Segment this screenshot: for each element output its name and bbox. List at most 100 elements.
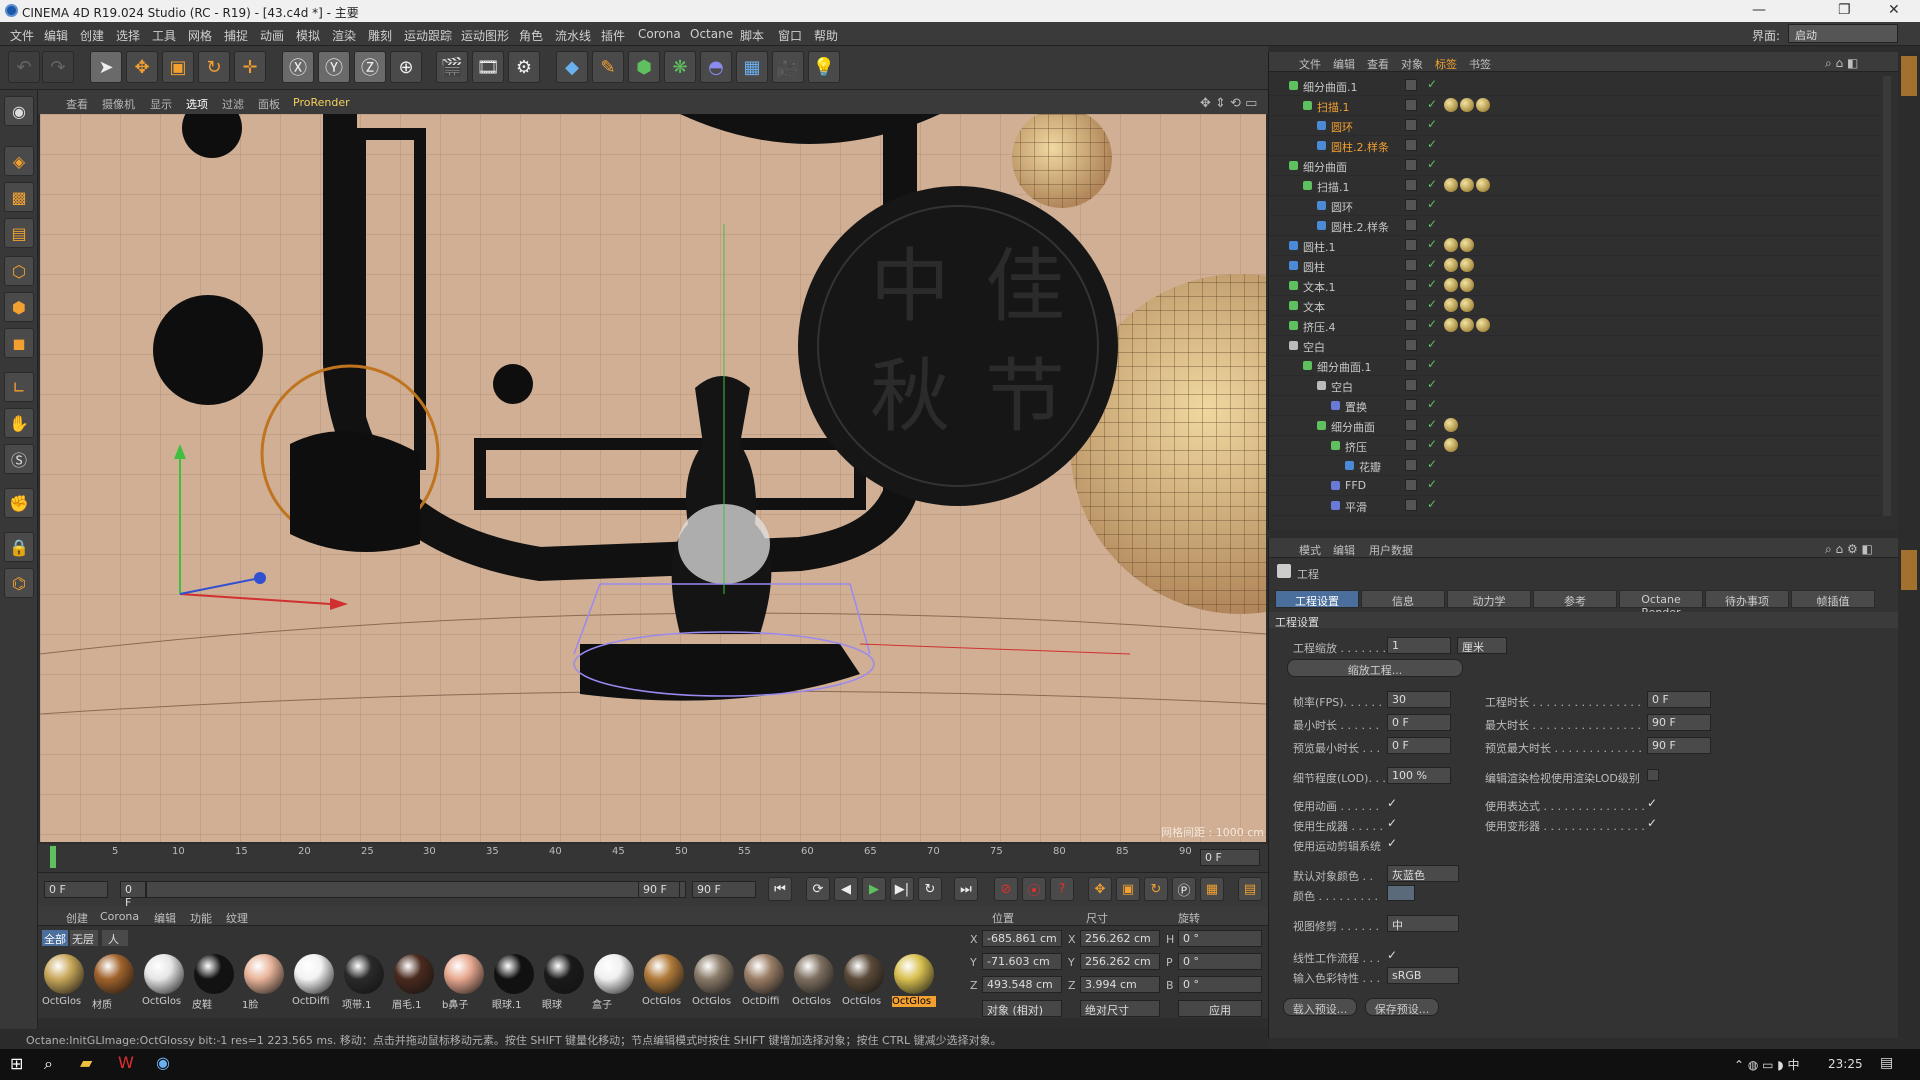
enabled-check-icon[interactable]: ✓	[1427, 157, 1437, 171]
vp-menu-camera[interactable]: 摄像机	[102, 96, 135, 112]
windows-start-icon[interactable]: ⊞	[10, 1054, 23, 1073]
object-row[interactable]: 细分曲面.1 ✓	[1269, 356, 1881, 376]
material-swatch[interactable]: 皮鞋	[192, 954, 236, 1012]
x-axis-icon[interactable]: Ⓧ	[282, 51, 314, 83]
menu-edit[interactable]: 编辑	[44, 27, 68, 44]
minimize-button[interactable]: —	[1752, 2, 1766, 18]
enabled-check-icon[interactable]: ✓	[1427, 257, 1437, 271]
menu-animate[interactable]: 动画	[260, 27, 284, 44]
file-explorer-icon[interactable]: ▰	[80, 1053, 92, 1072]
enabled-check-icon[interactable]: ✓	[1427, 437, 1437, 451]
loop-icon[interactable]: ⟳	[806, 877, 830, 901]
layout-select[interactable]: 启动	[1788, 24, 1898, 43]
key-pla-icon[interactable]: ▦	[1200, 877, 1224, 901]
attr-menu-mode[interactable]: 模式	[1299, 542, 1321, 558]
obj-menu-tags[interactable]: 标签	[1435, 56, 1457, 72]
object-row[interactable]: 扫描.1 ✓	[1269, 96, 1881, 116]
object-row[interactable]: 细分曲面 ✓	[1269, 416, 1881, 436]
menu-motion-tracking[interactable]: 运动跟踪	[404, 27, 452, 44]
render-view-icon[interactable]: 🎬	[436, 51, 468, 83]
axis-mode-icon[interactable]: ∟	[4, 372, 34, 402]
object-name[interactable]: 置换	[1345, 399, 1367, 415]
material-swatch[interactable]: b鼻子	[442, 954, 486, 1012]
enabled-check-icon[interactable]: ✓	[1427, 197, 1437, 211]
timeline-window-icon[interactable]: ▤	[1238, 877, 1262, 901]
enabled-check-icon[interactable]: ✓	[1427, 397, 1437, 411]
menu-mesh[interactable]: 网格	[188, 27, 212, 44]
view-clipping-select[interactable]: 中	[1387, 915, 1459, 932]
use-generators-checkbox[interactable]: ✓	[1387, 817, 1399, 829]
object-row[interactable]: 圆柱.2.样条 ✓	[1269, 216, 1881, 236]
object-row[interactable]: 空白 ✓	[1269, 376, 1881, 396]
menu-mograph[interactable]: 运动图形	[461, 27, 509, 44]
preview-max-field[interactable]: 90 F	[1647, 737, 1711, 754]
layer-icon[interactable]	[1405, 259, 1417, 271]
layer-icon[interactable]	[1405, 299, 1417, 311]
menu-sculpt[interactable]: 雕刻	[368, 27, 392, 44]
tab-project-settings[interactable]: 工程设置	[1275, 590, 1359, 608]
material-tag-icon[interactable]	[1444, 278, 1458, 292]
3d-viewport[interactable]: 中 秋 佳 节 网格间距 : 1000 cm	[40, 114, 1266, 842]
material-swatch[interactable]: OctGlos	[842, 954, 886, 1012]
mat-menu-function[interactable]: 功能	[190, 910, 212, 926]
material-swatch[interactable]: OctGlos	[42, 954, 86, 1012]
object-name[interactable]: 平滑	[1345, 499, 1367, 515]
enabled-check-icon[interactable]: ✓	[1427, 497, 1437, 511]
object-row[interactable]: 挤压.4 ✓	[1269, 316, 1881, 336]
menu-file[interactable]: 文件	[10, 27, 34, 44]
texture-mode-icon[interactable]: ▩	[4, 182, 34, 212]
move-icon[interactable]: ✥	[126, 51, 158, 83]
material-swatch[interactable]: 项带.1	[342, 954, 386, 1012]
material-swatch[interactable]: 眉毛.1	[392, 954, 436, 1012]
lod-field[interactable]: 100 %	[1387, 767, 1451, 784]
redo-icon[interactable]: ↷	[42, 51, 74, 83]
object-tab-icon[interactable]	[1901, 56, 1917, 96]
layer-icon[interactable]	[1405, 439, 1417, 451]
layer-icon[interactable]	[1405, 399, 1417, 411]
obj-menu-bookmarks[interactable]: 书签	[1469, 56, 1491, 72]
transform-icon[interactable]: ✛	[234, 51, 266, 83]
key-position-icon[interactable]: ✥	[1088, 877, 1112, 901]
object-name[interactable]: 空白	[1331, 379, 1353, 395]
layer-icon[interactable]	[1405, 159, 1417, 171]
material-swatch[interactable]: 1脸	[242, 954, 286, 1012]
model-mode-icon[interactable]: ◈	[4, 146, 34, 176]
preview-min-field[interactable]: 0 F	[1387, 737, 1451, 754]
object-row[interactable]: 空白 ✓	[1269, 336, 1881, 356]
object-row[interactable]: 圆环 ✓	[1269, 196, 1881, 216]
menu-character[interactable]: 角色	[519, 27, 543, 44]
attribute-tab-icon[interactable]	[1901, 550, 1917, 590]
make-editable-icon[interactable]: ◉	[4, 96, 34, 126]
scale-icon[interactable]: ▣	[162, 51, 194, 83]
object-row[interactable]: 文本.1 ✓	[1269, 276, 1881, 296]
vp-menu-view[interactable]: 查看	[66, 96, 88, 112]
enabled-check-icon[interactable]: ✓	[1427, 217, 1437, 231]
use-animation-checkbox[interactable]: ✓	[1387, 797, 1399, 809]
material-tag-icon[interactable]	[1460, 318, 1474, 332]
use-motion-system-checkbox[interactable]: ✓	[1387, 837, 1399, 849]
layer-icon[interactable]	[1405, 199, 1417, 211]
layer-icon[interactable]	[1405, 139, 1417, 151]
material-tag-icon[interactable]	[1444, 418, 1458, 432]
polygons-mode-icon[interactable]: ◼	[4, 328, 34, 358]
attr-nav-icon[interactable]: ⌕ ⌂ ⚙ ◧	[1825, 542, 1873, 557]
material-swatch[interactable]: OctDiffi	[742, 954, 786, 1012]
object-name[interactable]: 扫描.1	[1317, 179, 1350, 195]
material-tag-icon[interactable]	[1476, 178, 1490, 192]
rot-b-field[interactable]: 0 °	[1178, 976, 1262, 993]
object-row[interactable]: 圆柱.1 ✓	[1269, 236, 1881, 256]
material-swatch[interactable]: OctGlos	[792, 954, 836, 1012]
undo-icon[interactable]: ↶	[8, 51, 40, 83]
object-row[interactable]: FFD ✓	[1269, 476, 1881, 496]
object-name[interactable]: 细分曲面	[1331, 419, 1375, 435]
mat-menu-texture[interactable]: 纹理	[226, 910, 248, 926]
notification-icon[interactable]: ▤	[1880, 1055, 1893, 1071]
material-swatch[interactable]: 眼球	[542, 954, 586, 1012]
material-swatch[interactable]: OctDiffi	[292, 954, 336, 1012]
project-length-field[interactable]: 0 F	[1647, 691, 1711, 708]
previous-frame-icon[interactable]: ◀	[834, 877, 858, 901]
next-frame-icon[interactable]: ▶|	[890, 877, 914, 901]
end-frame-field[interactable]: 90 F	[692, 881, 756, 898]
vp-menu-prorender[interactable]: ProRender	[293, 96, 350, 109]
vp-menu-panel[interactable]: 面板	[258, 96, 280, 112]
